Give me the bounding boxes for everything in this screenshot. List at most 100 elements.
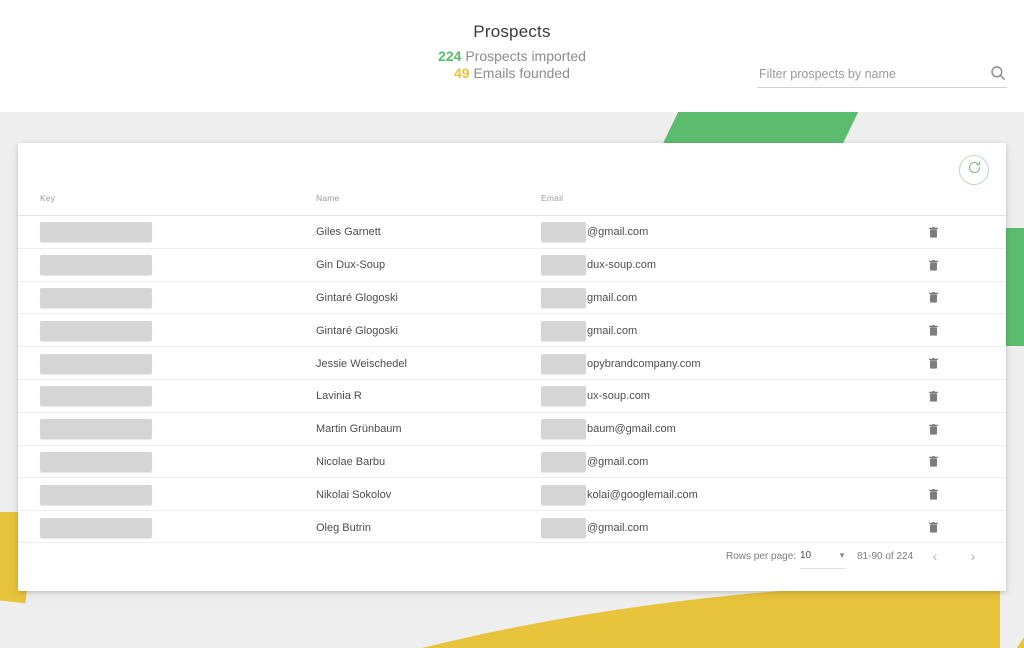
- cell-email: kolai@googlemail.com: [541, 478, 881, 511]
- column-header-name: Name: [316, 193, 340, 203]
- redacted-email-prefix: [541, 419, 586, 440]
- search-field[interactable]: [757, 62, 1007, 88]
- cell-email: @gmail.com: [541, 216, 881, 249]
- rows-per-page-select[interactable]: 10 ▼: [800, 543, 846, 569]
- redacted-email-prefix: [541, 484, 586, 505]
- table-row: Gintaré Glogoski gmail.com: [18, 280, 1006, 315]
- cell-key: [40, 511, 300, 544]
- column-header-email: Email: [541, 193, 564, 203]
- table-row: Oleg Butrin @gmail.com: [18, 510, 1006, 543]
- table-row: Nikolai Sokolov kolai@googlemail.com: [18, 477, 1006, 510]
- table-body: Giles Garnett @gmail.com Gin Dux-Soup dux-s…: [18, 215, 1006, 543]
- delete-row-button[interactable]: [922, 451, 944, 473]
- redacted-key-value: [40, 320, 152, 341]
- cell-actions: [883, 249, 983, 282]
- redacted-key-value: [40, 517, 152, 538]
- pagination-next-button[interactable]: ›: [962, 543, 984, 569]
- redacted-key-value: [40, 287, 152, 308]
- delete-row-button[interactable]: [922, 385, 944, 407]
- cell-key: [40, 216, 300, 249]
- cell-actions: [883, 478, 983, 511]
- email-suffix: dux-soup.com: [587, 259, 657, 272]
- delete-row-button[interactable]: [922, 221, 944, 243]
- rows-per-page-value: 10: [800, 550, 812, 561]
- cell-email: @gmail.com: [541, 446, 881, 479]
- cell-name: Gintaré Glogoski: [316, 291, 398, 304]
- pagination-prev-button[interactable]: ‹: [924, 543, 946, 569]
- delete-row-button[interactable]: [922, 320, 944, 342]
- cell-email: dux-soup.com: [541, 249, 881, 282]
- delete-row-button[interactable]: [922, 418, 944, 440]
- email-suffix: opybrandcompany.com: [587, 357, 701, 370]
- email-suffix: gmail.com: [587, 291, 638, 304]
- cell-actions: [883, 216, 983, 249]
- pagination-bar: Rows per page: 10 ▼ 81-90 of 224 ‹ ›: [18, 543, 1006, 569]
- email-suffix: ux-soup.com: [587, 390, 650, 403]
- cell-name: Lavinia R: [316, 390, 362, 403]
- table-row: Giles Garnett @gmail.com: [18, 215, 1006, 248]
- redacted-email-prefix: [541, 353, 586, 374]
- cell-name: Nicolae Barbu: [316, 455, 386, 468]
- page-header: Prospects 224 Prospects imported 49 Emai…: [0, 0, 1024, 112]
- cell-name: Jessie Weischedel: [316, 357, 407, 370]
- cell-email: ux-soup.com: [541, 380, 881, 413]
- search-input[interactable]: [757, 62, 979, 86]
- email-suffix: @gmail.com: [587, 455, 649, 468]
- redacted-email-prefix: [541, 451, 586, 472]
- delete-row-button[interactable]: [922, 517, 944, 539]
- refresh-icon: [967, 160, 982, 180]
- email-suffix: baum@gmail.com: [587, 423, 676, 436]
- table-row: Jessie Weischedel opybrandcompany.com: [18, 346, 1006, 379]
- pagination-range: 81-90 of 224: [857, 550, 914, 562]
- redacted-email-prefix: [541, 255, 586, 276]
- redacted-key-value: [40, 222, 152, 243]
- cell-name: Gin Dux-Soup: [316, 259, 386, 272]
- stat-emails-founded-label: Emails founded: [473, 65, 570, 81]
- redacted-key-value: [40, 386, 152, 407]
- table-row: Gin Dux-Soup dux-soup.com: [18, 247, 1006, 282]
- table-row: Nicolae Barbu @gmail.com: [18, 444, 1006, 479]
- delete-row-button[interactable]: [922, 254, 944, 276]
- chevron-right-icon: ›: [970, 548, 976, 564]
- stat-prospects-imported-label: Prospects imported: [465, 48, 586, 64]
- table-row: Gintaré Glogoski gmail.com: [18, 313, 1006, 346]
- email-suffix: @gmail.com: [587, 226, 649, 239]
- cell-email: baum@gmail.com: [541, 413, 881, 446]
- prospects-page: Prospects 224 Prospects imported 49 Emai…: [0, 0, 1024, 648]
- cell-name: Martin Grünbaum: [316, 423, 402, 436]
- email-suffix: gmail.com: [587, 324, 638, 337]
- redacted-email-prefix: [541, 386, 586, 407]
- redacted-email-prefix: [541, 517, 586, 538]
- delete-row-button[interactable]: [922, 484, 944, 506]
- redacted-key-value: [40, 419, 152, 440]
- cell-name: Nikolai Sokolov: [316, 488, 392, 501]
- cell-name: Gintaré Glogoski: [316, 324, 398, 337]
- search-icon[interactable]: [989, 64, 1007, 82]
- cell-actions: [883, 446, 983, 479]
- refresh-button[interactable]: [959, 155, 989, 185]
- redacted-email-prefix: [541, 287, 586, 308]
- cell-key: [40, 282, 300, 315]
- cell-email: @gmail.com: [541, 511, 881, 544]
- cell-key: [40, 446, 300, 479]
- prospects-table: Key Name Email Giles Garnett @gmail.com Gi…: [18, 185, 1006, 543]
- cell-email: gmail.com: [541, 314, 881, 347]
- table-header-row: Key Name Email: [18, 185, 1006, 215]
- email-suffix: @gmail.com: [587, 521, 649, 534]
- chevron-left-icon: ‹: [932, 548, 938, 564]
- delete-row-button[interactable]: [922, 287, 944, 309]
- stat-prospects-imported-number: 224: [438, 48, 462, 64]
- cell-key: [40, 380, 300, 413]
- page-title: Prospects: [473, 22, 551, 41]
- prospects-card: Key Name Email Giles Garnett @gmail.com Gi…: [18, 143, 1006, 591]
- stat-emails-founded-number: 49: [454, 65, 470, 81]
- redacted-key-value: [40, 255, 152, 276]
- column-header-key: Key: [40, 193, 56, 203]
- cell-actions: [883, 347, 983, 380]
- redacted-email-prefix: [541, 320, 586, 341]
- table-row: Lavinia R ux-soup.com: [18, 378, 1006, 413]
- cell-key: [40, 347, 300, 380]
- delete-row-button[interactable]: [922, 353, 944, 375]
- cell-actions: [883, 380, 983, 413]
- redacted-key-value: [40, 353, 152, 374]
